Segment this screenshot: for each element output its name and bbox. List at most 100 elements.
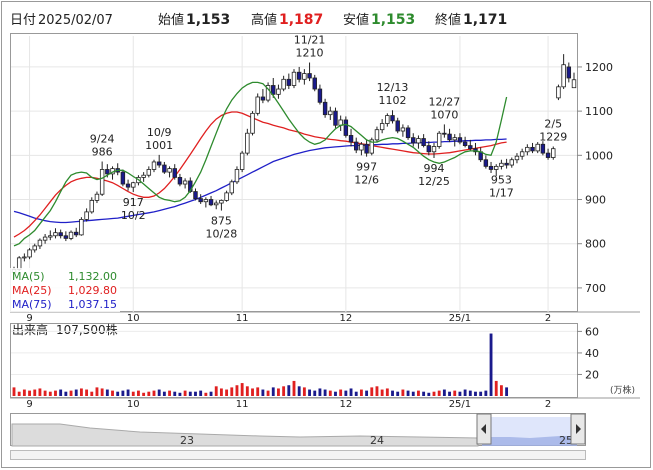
open-label: 始値 (158, 12, 184, 28)
stock-chart: 日付 2025/02/07 始値 1,153 高値 1,187 安値 1,153… (1, 1, 651, 468)
volume-bar (173, 391, 177, 396)
candle-body (53, 232, 58, 237)
annotation-price: 1229 (539, 130, 567, 143)
candle-body (89, 199, 94, 213)
volume-bar (302, 387, 306, 396)
candle-body (343, 119, 349, 136)
candle-body (22, 256, 27, 259)
open-value: 1,153 (186, 12, 230, 28)
volume-bar (484, 390, 488, 396)
price-tick-label: 1100 (585, 105, 613, 118)
candle-body (442, 132, 447, 135)
candle-body (395, 120, 400, 132)
annotation-price: 1001 (145, 139, 173, 152)
volume-bar (277, 388, 280, 396)
candle (436, 131, 442, 149)
annotation-price: 917 (123, 196, 144, 209)
annotation-date: 10/2 (121, 209, 146, 222)
navigator-scrollbar[interactable] (10, 450, 586, 460)
candle-body (74, 231, 79, 236)
volume-bar (137, 390, 140, 396)
candle (68, 230, 74, 241)
candle-body (58, 232, 63, 237)
candle-body (84, 211, 89, 220)
volume-bar (385, 388, 389, 396)
ma5-legend-value: 1,132.00 (68, 270, 117, 283)
navigator-left-handle[interactable] (476, 413, 492, 445)
candle (239, 150, 245, 173)
candle-body (63, 235, 69, 239)
candle-body (359, 143, 364, 151)
candle-body (504, 162, 509, 166)
volume-bar (95, 387, 99, 396)
candle-body (105, 169, 110, 175)
candle (551, 146, 556, 160)
candle-body (68, 231, 74, 239)
candle-body (250, 112, 255, 134)
ma75-legend-label: MA(75) (12, 298, 52, 311)
volume-bar (344, 390, 348, 396)
date-label: 日付 (10, 13, 36, 28)
candle-body (457, 137, 463, 143)
candle-body (302, 73, 307, 80)
candle-body (514, 155, 520, 161)
volume-bar (499, 385, 503, 396)
candle-body (27, 249, 32, 258)
volume-bar (406, 390, 410, 396)
volume-bar (401, 389, 405, 396)
annotation-date: 11/21 (294, 34, 326, 47)
volume-bar (111, 390, 114, 396)
candle-body (260, 96, 266, 101)
month-label: 10 (127, 313, 140, 324)
volume-bar (17, 391, 21, 396)
navigator[interactable]: 23 24 25 (10, 413, 586, 448)
candle-body (400, 127, 406, 132)
volume-bar (162, 391, 166, 396)
volume-panel: 出来高 107,500株 (万株) (10, 322, 640, 399)
volume-bar (33, 389, 37, 396)
price-annotation: 12/131102 (377, 81, 409, 107)
candle-body (224, 192, 229, 201)
candle-body (125, 183, 131, 188)
candle (120, 169, 126, 187)
candle-body (483, 159, 489, 167)
volume-bar (188, 391, 192, 396)
volume-bar (468, 390, 472, 396)
volume-bar (59, 389, 63, 396)
candle (556, 84, 561, 101)
candle-body (411, 137, 416, 144)
volume-bar (69, 390, 73, 396)
navigator-right-handle[interactable] (570, 413, 586, 445)
volume-bar (105, 389, 109, 396)
candle-body (416, 138, 421, 144)
candle-body (48, 235, 53, 238)
candle-body (328, 110, 333, 116)
candle-body (167, 168, 172, 173)
volume-bar (28, 390, 31, 396)
volume-bar (43, 390, 47, 396)
volume-bar (100, 388, 104, 396)
volume-bar (380, 389, 384, 396)
candle-body (131, 182, 136, 188)
annotation-date: 10/9 (147, 126, 172, 139)
annotation-date: 9/24 (90, 133, 115, 146)
candle-body (32, 245, 37, 251)
ma5-legend-label: MA(5) (12, 270, 45, 283)
candle-body (229, 181, 234, 194)
volume-bar (287, 385, 291, 396)
volume-bar (79, 388, 83, 396)
candle-body (431, 146, 437, 153)
candle-body (545, 152, 551, 158)
volume-bar (116, 391, 120, 396)
volume-bar (370, 387, 374, 396)
volume-bar (297, 386, 301, 396)
candle (250, 111, 255, 136)
low-label: 安値 (343, 12, 369, 28)
close-value: 1,171 (463, 12, 507, 28)
annotation-date: 1/17 (489, 186, 514, 199)
volume-bar (225, 389, 229, 396)
annotation-date: 2/5 (544, 117, 562, 130)
candle-body (374, 129, 380, 141)
candle-body (281, 78, 286, 90)
month-label: 25/1 (449, 313, 471, 324)
